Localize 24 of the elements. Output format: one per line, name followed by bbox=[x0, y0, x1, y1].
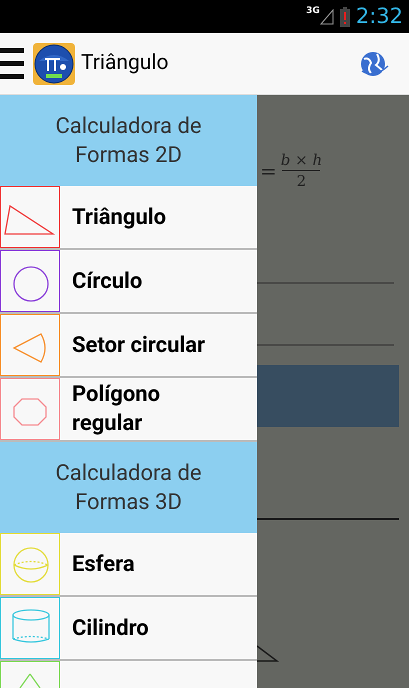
drawer-item[interactable]: Triângulo bbox=[0, 186, 257, 250]
menu-icon[interactable] bbox=[0, 46, 24, 82]
signal-icon bbox=[320, 8, 334, 24]
drawer-item[interactable]: Setor circular bbox=[0, 314, 257, 378]
shape-label: Esfera bbox=[72, 550, 136, 578]
section-header: Calculadora de Formas 2D bbox=[0, 95, 257, 186]
shape-label: Círculo bbox=[72, 268, 144, 296]
screen-title: Triângulo bbox=[81, 50, 168, 77]
network-label: 3G bbox=[306, 5, 320, 18]
formula-denominator: 2 bbox=[296, 171, 306, 191]
shape-label: Triângulo bbox=[72, 204, 168, 232]
triangle-drawing bbox=[257, 645, 279, 663]
drawer-item[interactable]: Círculo bbox=[0, 250, 257, 314]
formula-equals: = bbox=[260, 158, 277, 184]
formula-numerator: b × h bbox=[280, 150, 322, 170]
drawer-item[interactable]: Cilindro bbox=[0, 597, 257, 661]
clock: 2:32 bbox=[356, 2, 403, 30]
shape-label: Cilindro bbox=[72, 614, 150, 642]
app-logo-icon[interactable] bbox=[33, 42, 75, 84]
drawer-item[interactable]: Esfera bbox=[0, 533, 257, 597]
shape-label: Setor circular bbox=[72, 332, 206, 360]
shape-label: Polígono regular bbox=[72, 381, 162, 438]
section-header: Calculadora de Formas 3D bbox=[0, 442, 257, 533]
battery-icon bbox=[340, 6, 350, 26]
